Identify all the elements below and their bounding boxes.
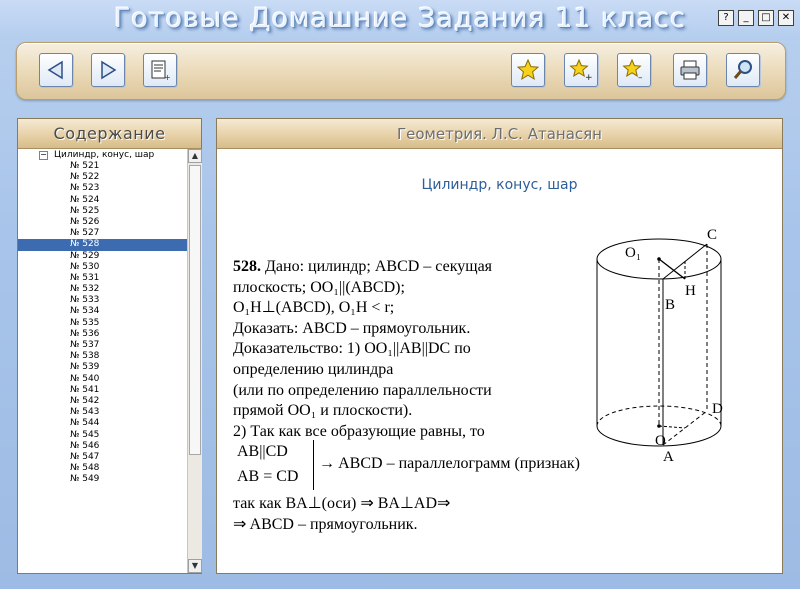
tree-item[interactable]: № 538 [18, 351, 187, 362]
svg-text:–: – [638, 73, 643, 82]
solution-line: определению цилиндра [233, 360, 394, 378]
label-c: C [707, 227, 717, 243]
tree-item[interactable]: № 530 [18, 262, 187, 273]
tree-item[interactable]: № 531 [18, 273, 187, 284]
window-controls: ? _ □ ✕ [718, 10, 794, 26]
tree-item[interactable]: № 539 [18, 362, 187, 373]
bookmark-star-icon [516, 58, 540, 81]
solution-line: прямой OO₁ и плоскости). [233, 402, 413, 420]
forward-icon [101, 60, 117, 80]
book-title: Геометрия. Л.С. Атанасян [217, 119, 782, 149]
tree-item[interactable]: № 540 [18, 374, 187, 385]
tree-item[interactable]: № 537 [18, 340, 187, 351]
system-result: → ABCD – параллелограмм (признак) [319, 455, 580, 473]
close-button[interactable]: ✕ [778, 10, 794, 26]
solution-line: (или по определению параллельности [233, 381, 492, 399]
title-bar: Готовые Домашние Задания 11 класс ? _ □ … [0, 0, 800, 40]
section-title: Цилиндр, конус, шар [421, 177, 578, 193]
tree-item[interactable]: № 536 [18, 329, 187, 340]
tree-item[interactable]: № 547 [18, 452, 187, 463]
tree-item[interactable]: № 535 [18, 318, 187, 329]
tree-item[interactable]: № 524 [18, 195, 187, 206]
notes-button[interactable]: + [143, 53, 177, 87]
contents-panel: Содержание − Цилиндр, конус, шар № 521 № … [17, 118, 202, 574]
svg-text:+: + [164, 73, 171, 81]
tree-item[interactable]: № 526 [18, 217, 187, 228]
forward-button[interactable] [91, 53, 125, 87]
system-line: AB||CD [237, 443, 288, 461]
toolbar: + + – [16, 42, 786, 100]
solution-line: плоскость; OO₁||(ABCD); [233, 278, 405, 296]
tree-item[interactable]: № 527 [18, 228, 187, 239]
solution-line: Доказательство: 1) OO₁||AB||DC по [233, 340, 471, 358]
print-icon [680, 60, 700, 80]
contents-tree: − Цилиндр, конус, шар № 521 № 522 № 523 № 5… [18, 149, 187, 573]
tree-root-label: Цилиндр, конус, шар [54, 150, 155, 160]
label-h: H [685, 283, 696, 299]
tree-item[interactable]: № 521 [18, 161, 187, 172]
contents-scrollbar[interactable]: ▲ ▼ [187, 149, 202, 573]
remove-bookmark-icon: – [622, 58, 643, 82]
equation-system: AB||CD AB = CD → ABCD – параллелограмм (… [233, 440, 623, 494]
search-icon [733, 60, 752, 79]
tree-item[interactable]: № 534 [18, 306, 187, 317]
tree-item[interactable]: № 542 [18, 396, 187, 407]
tree-item[interactable]: № 528 [18, 239, 187, 251]
minimize-button[interactable]: _ [738, 10, 754, 26]
tree-item[interactable]: № 541 [18, 385, 187, 396]
solution-text: 528. Дано: цилиндр; ABCD – секущая плоск… [233, 257, 623, 536]
tree-item[interactable]: № 522 [18, 172, 187, 183]
content-area: Цилиндр, конус, шар 528. Дано: цилиндр; … [217, 149, 782, 573]
remove-bookmark-button[interactable]: – [617, 53, 651, 87]
label-o1: O₁ [625, 245, 641, 261]
label-d: D [712, 401, 723, 417]
add-bookmark-button[interactable]: + [564, 53, 598, 87]
tree-item[interactable]: № 544 [18, 418, 187, 429]
back-icon [47, 60, 63, 80]
tree-item[interactable]: № 545 [18, 430, 187, 441]
tree-item[interactable]: № 529 [18, 251, 187, 262]
label-a: A [663, 449, 674, 461]
solution-line: ⇒ ABCD – прямоугольник. [233, 515, 418, 533]
system-line: AB = CD [237, 468, 299, 486]
search-button[interactable] [726, 53, 760, 87]
tree-item[interactable]: № 543 [18, 407, 187, 418]
tree-item[interactable]: № 548 [18, 463, 187, 474]
back-button[interactable] [39, 53, 73, 87]
scroll-thumb[interactable] [189, 165, 201, 455]
tree-item[interactable]: № 525 [18, 206, 187, 217]
add-bookmark-icon: + [569, 58, 593, 82]
content-panel: Геометрия. Л.С. Атанасян Цилиндр, конус,… [216, 118, 783, 574]
contents-title: Содержание [18, 119, 201, 149]
system-brace [313, 440, 314, 491]
solution-line: 528. Дано: цилиндр; ABCD – секущая [233, 258, 493, 275]
maximize-button[interactable]: □ [758, 10, 774, 26]
app-title: Готовые Домашние Задания 11 класс [113, 3, 687, 34]
scroll-down-icon[interactable]: ▼ [188, 559, 202, 573]
solution-line: так как BA⊥(оси) ⇒ BA⊥AD⇒ [233, 495, 451, 513]
tree-item[interactable]: № 549 [18, 474, 187, 485]
bookmark-button[interactable] [511, 53, 545, 87]
svg-text:+: + [585, 73, 593, 82]
help-button[interactable]: ? [718, 10, 734, 26]
solution-line: 2) Так как все образующие равны, то [233, 422, 485, 440]
tree-item[interactable]: № 533 [18, 295, 187, 306]
label-o: O [655, 433, 666, 449]
cylinder-figure: O₁ C H B D O A [596, 227, 723, 461]
scroll-up-icon[interactable]: ▲ [188, 149, 202, 163]
solution-line: Доказать: ABCD – прямоугольник. [233, 319, 471, 337]
tree-item[interactable]: № 546 [18, 441, 187, 452]
problem-number: 528. [233, 258, 261, 275]
print-button[interactable] [673, 53, 707, 87]
notes-icon: + [151, 60, 171, 81]
tree-root-item[interactable]: − Цилиндр, конус, шар [18, 149, 187, 161]
collapse-icon[interactable]: − [39, 151, 48, 160]
tree-item[interactable]: № 523 [18, 183, 187, 194]
label-b: B [665, 297, 675, 313]
tree-item[interactable]: № 532 [18, 284, 187, 295]
solution-line: O₁H⊥(ABCD), O₁H < r; [233, 299, 395, 317]
